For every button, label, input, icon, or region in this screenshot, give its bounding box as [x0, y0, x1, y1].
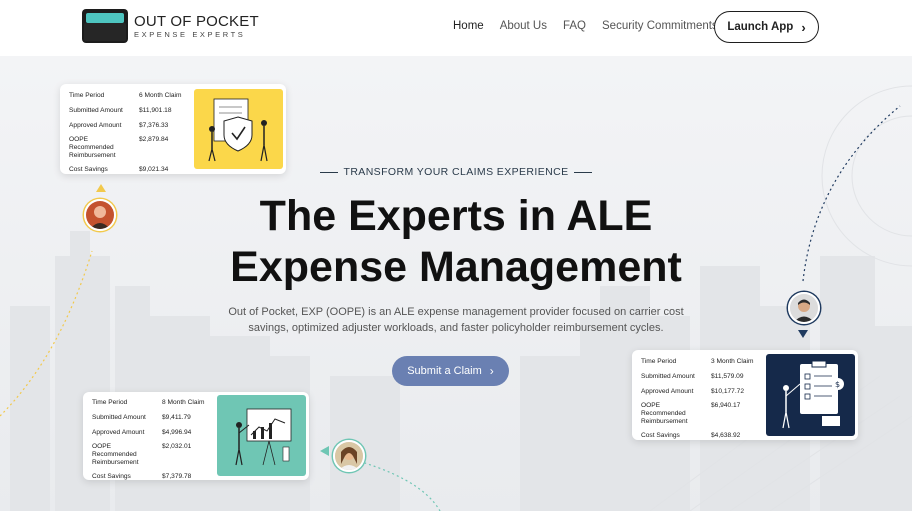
- table-cell-label: Approved Amount: [641, 388, 694, 395]
- main-nav: Home About Us FAQ Security Commitments: [453, 20, 734, 32]
- claim-card-3-month: Time Period 3 Month Claim Submitted Amoun…: [632, 350, 858, 440]
- triangle-up-icon: [96, 184, 106, 192]
- table-row: OOPE Recommended Reimbursement $6,940.17: [641, 396, 759, 426]
- table-cell-label: OOPE Recommended Reimbursement: [69, 136, 116, 159]
- table-row: Cost Savings $4,638.92: [641, 426, 759, 440]
- nav-home[interactable]: Home: [453, 20, 484, 32]
- chevron-right-icon: ›: [489, 364, 494, 378]
- table-cell-label: Time Period: [641, 358, 677, 365]
- claim-table: Time Period 6 Month Claim Submitted Amoun…: [69, 92, 187, 174]
- table-cell-label: Submitted Amount: [641, 373, 695, 380]
- table-cell-value: 6 Month Claim: [139, 92, 182, 99]
- table-cell-label: Approved Amount: [92, 429, 145, 436]
- table-cell-value: $9,021.34: [139, 166, 169, 173]
- table-cell-value: 3 Month Claim: [711, 358, 754, 365]
- nav-security-commitments[interactable]: Security Commitments: [602, 20, 718, 32]
- table-cell-value: $11,901.18: [139, 107, 172, 114]
- launch-app-button[interactable]: Launch App ›: [714, 11, 819, 43]
- headline-line-1: The Experts in ALE: [259, 192, 653, 240]
- avatar: [788, 292, 820, 324]
- eyebrow-text: TRANSFORM YOUR CLAIMS EXPERIENCE: [343, 166, 569, 178]
- table-cell-value: $4,638.92: [711, 432, 741, 439]
- table-row: Time Period 8 Month Claim: [92, 399, 210, 407]
- table-cell-value: $9,411.79: [162, 414, 191, 421]
- table-row: OOPE Recommended Reimbursement $2,879.84: [69, 130, 187, 160]
- table-cell-label: Time Period: [69, 92, 105, 99]
- brand-title: OUT OF POCKET: [134, 12, 259, 30]
- table-cell-label: Cost Savings: [69, 166, 108, 173]
- table-cell-value: $7,379.78: [162, 473, 192, 480]
- table-row: Time Period 6 Month Claim: [69, 92, 187, 100]
- shield-check-icon: [208, 98, 268, 162]
- site-header: OUT OF POCKET EXPENSE EXPERTS Home About…: [0, 0, 912, 56]
- clipboard-illustration: $: [766, 354, 855, 436]
- table-cell-label: Cost Savings: [92, 473, 131, 480]
- divider: [574, 171, 593, 173]
- hero-subcopy: Out of Pocket, EXP (OOPE) is an ALE expe…: [228, 306, 684, 334]
- claim-card-6-month: Time Period 6 Month Claim Submitted Amoun…: [60, 84, 286, 174]
- whiteboard-icon: [235, 408, 292, 466]
- table-cell-label: Submitted Amount: [69, 107, 123, 114]
- table-row: Approved Amount $7,376.33: [69, 115, 187, 130]
- table-cell-label: Approved Amount: [69, 122, 122, 129]
- nav-about-us[interactable]: About Us: [500, 20, 547, 32]
- table-row: OOPE Recommended Reimbursement $2,032.01: [92, 437, 210, 467]
- table-cell-value: $11,579.09: [711, 373, 744, 380]
- table-cell-label: Time Period: [92, 399, 128, 406]
- clipboard-icon: $: [782, 360, 844, 429]
- claim-table: Time Period 8 Month Claim Submitted Amoun…: [92, 399, 210, 481]
- brand-subtitle: EXPENSE EXPERTS: [134, 29, 246, 39]
- table-row: Cost Savings $9,021.34: [69, 160, 187, 174]
- table-row: Submitted Amount $9,411.79: [92, 407, 210, 422]
- claim-card-8-month: Time Period 8 Month Claim Submitted Amoun…: [83, 392, 309, 480]
- avatar: [84, 199, 116, 231]
- table-cell-value: $2,032.01: [162, 443, 192, 450]
- table-cell-label: Cost Savings: [641, 432, 680, 439]
- presentation-illustration: [217, 395, 306, 476]
- headline-line-2: Expense Management: [230, 243, 682, 291]
- table-cell-value: $2,879.84: [139, 136, 169, 143]
- shield-illustration: [194, 89, 283, 169]
- avatar: [333, 440, 365, 472]
- table-row: Submitted Amount $11,901.18: [69, 100, 187, 115]
- submit-claim-button[interactable]: Submit a Claim ›: [392, 356, 509, 386]
- triangle-down-icon: [798, 330, 808, 338]
- table-row: Approved Amount $4,996.94: [92, 422, 210, 437]
- table-cell-value: $10,177.72: [711, 388, 745, 395]
- table-cell-value: $6,940.17: [711, 402, 741, 409]
- svg-text:$: $: [835, 380, 840, 389]
- table-cell-value: 8 Month Claim: [162, 399, 205, 406]
- table-cell-label: Submitted Amount: [92, 414, 146, 421]
- brand-logo[interactable]: OUT OF POCKET EXPENSE EXPERTS: [82, 9, 259, 43]
- claim-table: Time Period 3 Month Claim Submitted Amoun…: [641, 358, 759, 440]
- table-cell-value: $4,996.94: [162, 429, 192, 436]
- launch-app-label: Launch App: [727, 21, 794, 33]
- table-row: Submitted Amount $11,579.09: [641, 366, 759, 381]
- hero-headline: The Experts in ALE Expense Management: [0, 191, 912, 293]
- wallet-icon: [82, 9, 128, 43]
- chevron-right-icon: ›: [801, 19, 806, 35]
- table-cell-label: OOPE Recommended Reimbursement: [92, 443, 139, 466]
- triangle-left-icon: [320, 446, 329, 456]
- divider: [319, 171, 338, 173]
- nav-faq[interactable]: FAQ: [563, 20, 586, 32]
- table-row: Cost Savings $7,379.78: [92, 467, 210, 481]
- submit-claim-label: Submit a Claim: [407, 365, 482, 377]
- table-cell-label: OOPE Recommended Reimbursement: [641, 402, 688, 425]
- table-row: Approved Amount $10,177.72: [641, 381, 759, 396]
- table-cell-value: $7,376.33: [139, 122, 169, 129]
- table-row: Time Period 3 Month Claim: [641, 358, 759, 366]
